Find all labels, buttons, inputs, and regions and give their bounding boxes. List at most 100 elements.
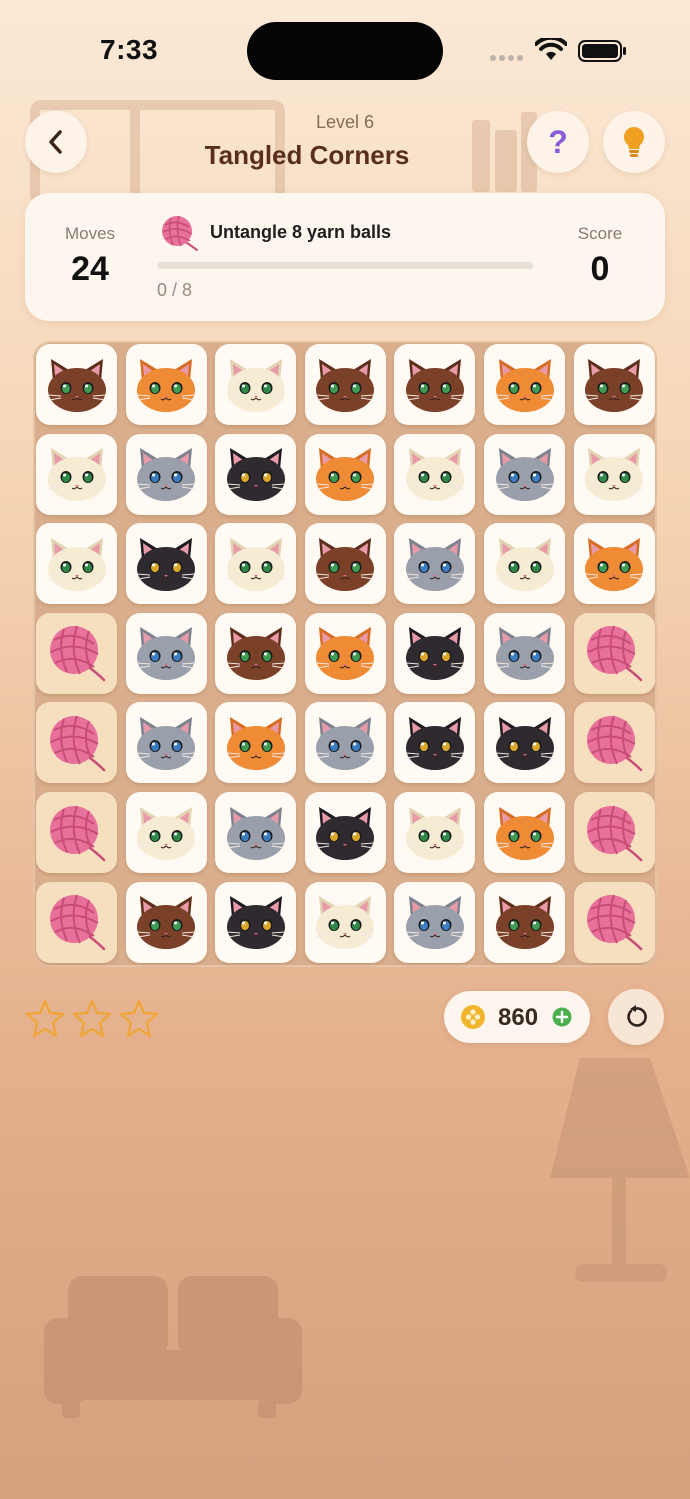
restart-button[interactable] bbox=[608, 989, 664, 1045]
yarn-ball-icon bbox=[49, 715, 105, 772]
orange-cat-icon bbox=[585, 537, 644, 591]
orange-cat-tile[interactable] bbox=[125, 344, 207, 425]
level-title: Tangled Corners bbox=[204, 140, 410, 170]
status-time: 7:33 bbox=[100, 34, 159, 65]
black-cat-tile[interactable] bbox=[394, 702, 476, 784]
question-icon: ? bbox=[548, 123, 568, 160]
orange-cat-icon bbox=[316, 627, 375, 681]
cream-cat-tile[interactable] bbox=[484, 523, 565, 605]
brown-cat-icon bbox=[316, 358, 375, 412]
black-cat-tile[interactable] bbox=[394, 612, 476, 694]
gray-cat-tile[interactable] bbox=[215, 792, 297, 873]
yarn-tile[interactable] bbox=[36, 792, 117, 873]
brown-cat-tile[interactable] bbox=[573, 344, 655, 425]
brown-cat-icon bbox=[47, 358, 106, 412]
black-cat-tile[interactable] bbox=[484, 702, 565, 784]
brown-cat-tile[interactable] bbox=[304, 344, 386, 425]
gray-cat-icon bbox=[495, 448, 554, 502]
gray-cat-tile[interactable] bbox=[484, 612, 565, 694]
help-button[interactable]: ? bbox=[527, 111, 589, 173]
gray-cat-icon bbox=[137, 716, 196, 770]
yarn-tile[interactable] bbox=[573, 612, 655, 694]
yarn-ball-icon bbox=[49, 805, 105, 861]
star-icon bbox=[25, 999, 65, 1038]
score-value: 0 bbox=[590, 250, 610, 288]
gray-cat-icon bbox=[226, 806, 285, 860]
cream-cat-tile[interactable] bbox=[125, 792, 207, 873]
black-cat-icon bbox=[226, 448, 285, 502]
cream-cat-icon bbox=[585, 448, 644, 502]
cream-cat-tile[interactable] bbox=[394, 433, 476, 515]
brown-cat-icon bbox=[226, 627, 285, 681]
cream-cat-tile[interactable] bbox=[394, 792, 476, 873]
black-cat-tile[interactable] bbox=[125, 523, 207, 605]
star-icon bbox=[72, 999, 112, 1038]
cream-cat-tile[interactable] bbox=[36, 433, 117, 515]
restart-icon bbox=[627, 1005, 647, 1027]
black-cat-icon bbox=[316, 806, 375, 860]
lightbulb-icon bbox=[624, 127, 644, 157]
orange-cat-icon bbox=[495, 806, 554, 860]
cream-cat-tile[interactable] bbox=[36, 523, 117, 605]
yarn-tile[interactable] bbox=[573, 881, 655, 963]
cream-cat-icon bbox=[226, 358, 285, 412]
black-cat-tile[interactable] bbox=[215, 433, 297, 515]
brown-cat-tile[interactable] bbox=[125, 881, 207, 963]
black-cat-tile[interactable] bbox=[215, 881, 297, 963]
gray-cat-tile[interactable] bbox=[125, 433, 207, 515]
orange-cat-icon bbox=[495, 358, 554, 412]
gray-cat-tile[interactable] bbox=[125, 612, 207, 694]
brown-cat-tile[interactable] bbox=[394, 344, 476, 425]
cream-cat-tile[interactable] bbox=[304, 881, 386, 963]
black-cat-icon bbox=[226, 896, 285, 950]
wifi-icon bbox=[535, 38, 567, 60]
gray-cat-tile[interactable] bbox=[125, 702, 207, 784]
hint-button[interactable] bbox=[603, 111, 665, 173]
cream-cat-tile[interactable] bbox=[215, 523, 297, 605]
brown-cat-tile[interactable] bbox=[484, 881, 565, 963]
brown-cat-icon bbox=[316, 537, 375, 591]
orange-cat-tile[interactable] bbox=[573, 523, 655, 605]
orange-cat-tile[interactable] bbox=[304, 433, 386, 515]
yarn-tile[interactable] bbox=[573, 702, 655, 784]
yarn-ball-icon bbox=[587, 894, 643, 951]
cream-cat-tile[interactable] bbox=[573, 433, 655, 515]
orange-cat-icon bbox=[226, 716, 285, 770]
yarn-tile[interactable] bbox=[36, 702, 117, 784]
gray-cat-tile[interactable] bbox=[304, 702, 386, 784]
brown-cat-icon bbox=[137, 896, 196, 950]
gray-cat-tile[interactable] bbox=[394, 881, 476, 963]
yarn-goal-icon bbox=[162, 215, 198, 251]
orange-cat-tile[interactable] bbox=[215, 702, 297, 784]
yarn-tile[interactable] bbox=[36, 881, 117, 963]
orange-cat-tile[interactable] bbox=[484, 792, 565, 873]
plus-icon[interactable] bbox=[552, 1007, 572, 1027]
black-cat-icon bbox=[137, 537, 196, 591]
orange-cat-tile[interactable] bbox=[304, 612, 386, 694]
brown-cat-tile[interactable] bbox=[304, 523, 386, 605]
star-icon bbox=[119, 999, 159, 1038]
cream-cat-tile[interactable] bbox=[215, 344, 297, 425]
gray-cat-tile[interactable] bbox=[394, 523, 476, 605]
black-cat-icon bbox=[405, 627, 464, 681]
orange-cat-icon bbox=[137, 358, 196, 412]
cream-cat-icon bbox=[405, 448, 464, 502]
brown-cat-tile[interactable] bbox=[36, 344, 117, 425]
cream-cat-icon bbox=[405, 806, 464, 860]
yarn-tile[interactable] bbox=[36, 612, 117, 694]
star-rating bbox=[25, 998, 159, 1038]
moves-value: 24 bbox=[71, 250, 109, 288]
orange-cat-tile[interactable] bbox=[484, 344, 565, 425]
gray-cat-tile[interactable] bbox=[484, 433, 565, 515]
cream-cat-icon bbox=[495, 537, 554, 591]
goal-text: Untangle 8 yarn balls bbox=[210, 222, 392, 242]
yarn-ball-icon bbox=[49, 625, 105, 682]
cream-cat-icon bbox=[137, 806, 196, 860]
black-cat-icon bbox=[405, 716, 464, 770]
brown-cat-tile[interactable] bbox=[215, 612, 297, 694]
yarn-tile[interactable] bbox=[573, 792, 655, 873]
cream-cat-icon bbox=[47, 537, 106, 591]
black-cat-tile[interactable] bbox=[304, 792, 386, 873]
brown-cat-icon bbox=[405, 358, 464, 412]
gray-cat-icon bbox=[405, 896, 464, 950]
